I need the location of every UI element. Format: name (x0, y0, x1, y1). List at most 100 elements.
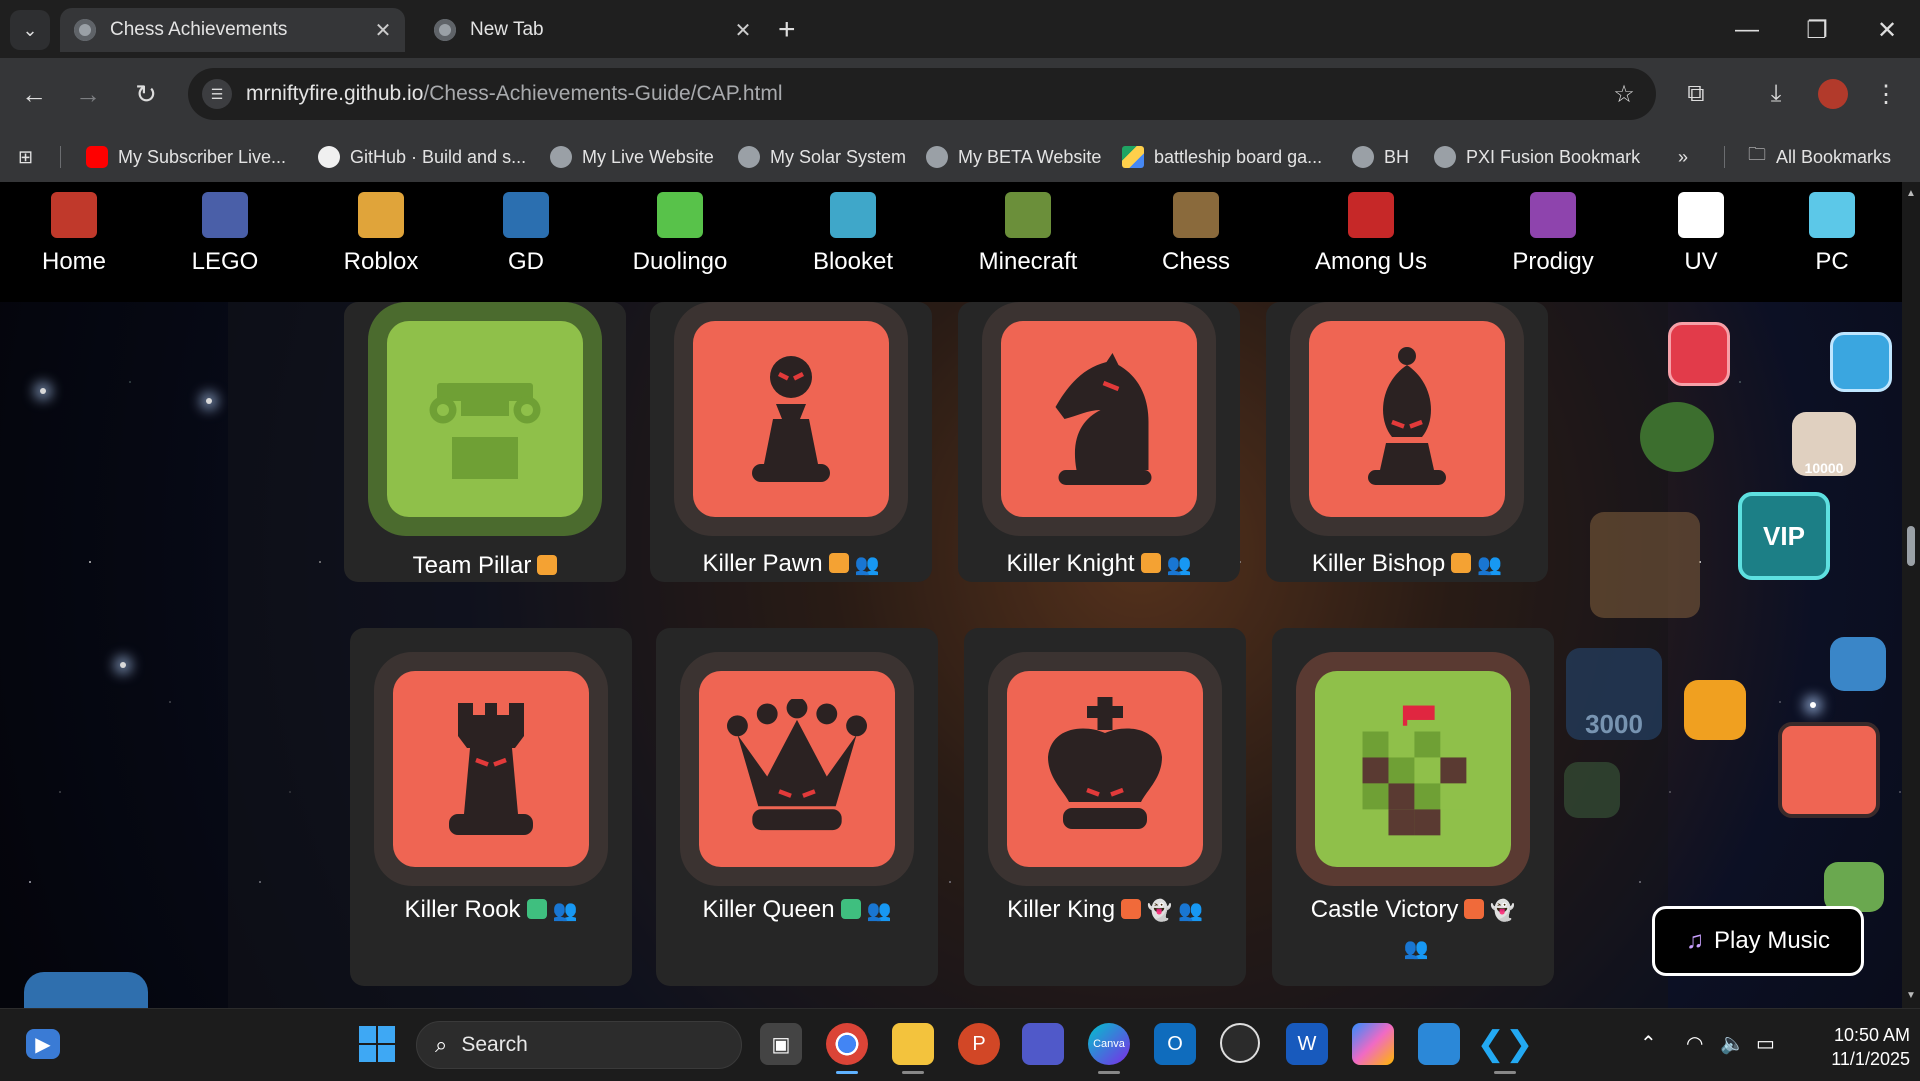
achievement-card[interactable]: Killer Queen 👥 (656, 628, 938, 986)
achievement-name: Killer Queen (702, 896, 835, 923)
nav-duolingo[interactable]: Duolingo (610, 192, 750, 276)
left-gutter (0, 302, 228, 1008)
nav-uv[interactable]: UV (1631, 192, 1771, 276)
queen-icon (699, 671, 895, 867)
tab-new-tab[interactable]: New Tab ✕ (420, 8, 765, 52)
battery-icon[interactable]: ▭ (1756, 1031, 1775, 1056)
volume-icon[interactable]: 🔈 (1720, 1031, 1745, 1056)
achievement-card[interactable]: Castle Victory 👻 👥 (1272, 628, 1554, 986)
canva-icon[interactable]: Canva (1088, 1023, 1130, 1065)
achievement-card[interactable]: Killer Rook 👥 (350, 628, 632, 986)
bookmark-item[interactable]: BH (1352, 144, 1409, 170)
tab-chess-achievements[interactable]: Chess Achievements ✕ (60, 8, 405, 52)
word-icon[interactable]: W (1286, 1023, 1328, 1065)
taskbar-clock[interactable]: 10:50 AM 11/1/2025 (1800, 1023, 1910, 1071)
all-bookmarks-button[interactable]: 🗀 All Bookmarks (1748, 144, 1891, 170)
copilot-icon[interactable] (1352, 1023, 1394, 1065)
scroll-down-arrow-icon[interactable]: ▼ (1905, 990, 1917, 1001)
bookmark-star-icon[interactable]: ☆ (1604, 80, 1644, 109)
nav-lego[interactable]: LEGO (155, 192, 295, 276)
nav-label: Home (41, 248, 107, 275)
drive-icon (1122, 146, 1144, 168)
close-window-button[interactable]: ✕ (1862, 8, 1912, 52)
nav-blooket[interactable]: Blooket (783, 192, 923, 276)
bookmark-item[interactable]: My Subscriber Live... (86, 144, 286, 170)
bookmark-separator (60, 146, 61, 168)
task-view-icon[interactable]: ▣ (760, 1023, 802, 1065)
apps-grid-icon[interactable]: ⊞ (18, 144, 33, 170)
bookmark-item[interactable]: PXI Fusion Bookmark (1434, 144, 1640, 170)
back-button[interactable]: ← (14, 74, 54, 114)
nav-minecraft[interactable]: Minecraft (958, 192, 1098, 276)
tab-title: New Tab (470, 19, 544, 40)
bookmarks-overflow-button[interactable]: » (1678, 144, 1688, 170)
globe-icon (550, 146, 572, 168)
bookmark-item[interactable]: My Solar System (738, 144, 906, 170)
nav-label: Roblox (343, 248, 419, 275)
forward-button[interactable]: → (68, 74, 108, 114)
photos-icon[interactable] (1418, 1023, 1460, 1065)
extensions-icon[interactable]: ⧉ (1676, 74, 1716, 114)
new-tab-button[interactable]: + (778, 12, 796, 48)
scrollbar-thumb[interactable] (1907, 526, 1915, 566)
green-square-icon (840, 899, 861, 919)
restore-button[interactable]: ❐ (1792, 8, 1842, 52)
nav-pc[interactable]: PC (1762, 192, 1902, 276)
rook-icon (393, 671, 589, 867)
tab-search-button[interactable]: ⌄ (10, 10, 50, 50)
close-icon[interactable]: ✕ (369, 18, 397, 43)
search-label: Search (461, 1033, 528, 1056)
play-music-button[interactable]: ♫ Play Music (1652, 906, 1864, 976)
obs-icon[interactable] (1220, 1023, 1260, 1063)
nav-home[interactable]: Home (4, 192, 144, 276)
achievement-name: Team Pillar (412, 552, 532, 579)
widgets-icon[interactable]: ▶ (26, 1029, 60, 1059)
running-indicator (836, 1071, 858, 1074)
reload-button[interactable]: ↻ (126, 74, 166, 114)
more-menu-icon[interactable]: ⋮ (1866, 74, 1906, 114)
nav-chess[interactable]: Chess (1126, 192, 1266, 276)
bookmark-label: My Live Website (582, 146, 714, 167)
teams-icon[interactable] (1022, 1023, 1064, 1065)
taskbar-search[interactable]: ⌕ Search (416, 1021, 742, 1069)
outlook-icon[interactable]: O (1154, 1023, 1196, 1065)
achievement-title: Killer Queen 👥 (656, 896, 938, 924)
orange-square-icon (537, 555, 558, 575)
wifi-icon[interactable]: ◠ (1686, 1031, 1703, 1056)
clock-time: 10:50 AM (1833, 1025, 1910, 1045)
start-button[interactable] (356, 1023, 398, 1065)
achievement-name: Killer Pawn (702, 550, 823, 577)
nav-roblox[interactable]: Roblox (311, 192, 451, 276)
nav-label: LEGO (191, 248, 259, 275)
site-info-icon[interactable]: ☰ (202, 79, 232, 109)
bookmark-item[interactable]: My BETA Website (926, 144, 1101, 170)
address-bar[interactable]: ☰ mrniftyfire.github.io/Chess-Achievemen… (188, 68, 1656, 120)
people-icon: 👥 (866, 900, 892, 922)
url-text[interactable]: mrniftyfire.github.io/Chess-Achievements… (246, 82, 1604, 106)
achievement-card[interactable]: Killer Knight 👥 (958, 302, 1240, 582)
achievement-card[interactable]: Killer King 👻 👥 (964, 628, 1246, 986)
achievement-card[interactable]: Killer Pawn 👥 (650, 302, 932, 582)
powerpoint-icon[interactable]: P (958, 1023, 1000, 1065)
page-scrollbar[interactable]: ▲ ▼ (1902, 182, 1920, 1008)
close-icon[interactable]: ✕ (729, 18, 757, 43)
achievement-card[interactable]: Killer Bishop 👥 (1266, 302, 1548, 582)
chevron-up-icon[interactable]: ⌃ (1640, 1031, 1657, 1056)
download-icon[interactable]: ⤓ (1756, 74, 1796, 114)
achievement-card[interactable]: Team Pillar (344, 302, 626, 582)
nav-gd[interactable]: GD (456, 192, 596, 276)
nav-among-us[interactable]: Among Us (1301, 192, 1441, 276)
chrome-icon[interactable] (826, 1023, 868, 1065)
person-badge-icon (1590, 512, 1700, 618)
profile-avatar[interactable] (1818, 79, 1848, 109)
file-explorer-icon[interactable] (892, 1023, 934, 1065)
nav-prodigy[interactable]: Prodigy (1483, 192, 1623, 276)
bookmark-item[interactable]: GitHub · Build and s... (318, 144, 526, 170)
scroll-up-arrow-icon[interactable]: ▲ (1905, 188, 1917, 199)
minimize-button[interactable]: — (1722, 8, 1772, 52)
bookmarks-bar: ⊞ My Subscriber Live... GitHub · Build a… (0, 132, 1920, 183)
bookmark-item[interactable]: My Live Website (550, 144, 714, 170)
vscode-icon[interactable]: ❮❯ (1477, 1023, 1534, 1065)
bookmark-separator (1724, 146, 1725, 168)
bookmark-item[interactable]: battleship board ga... (1122, 144, 1322, 170)
